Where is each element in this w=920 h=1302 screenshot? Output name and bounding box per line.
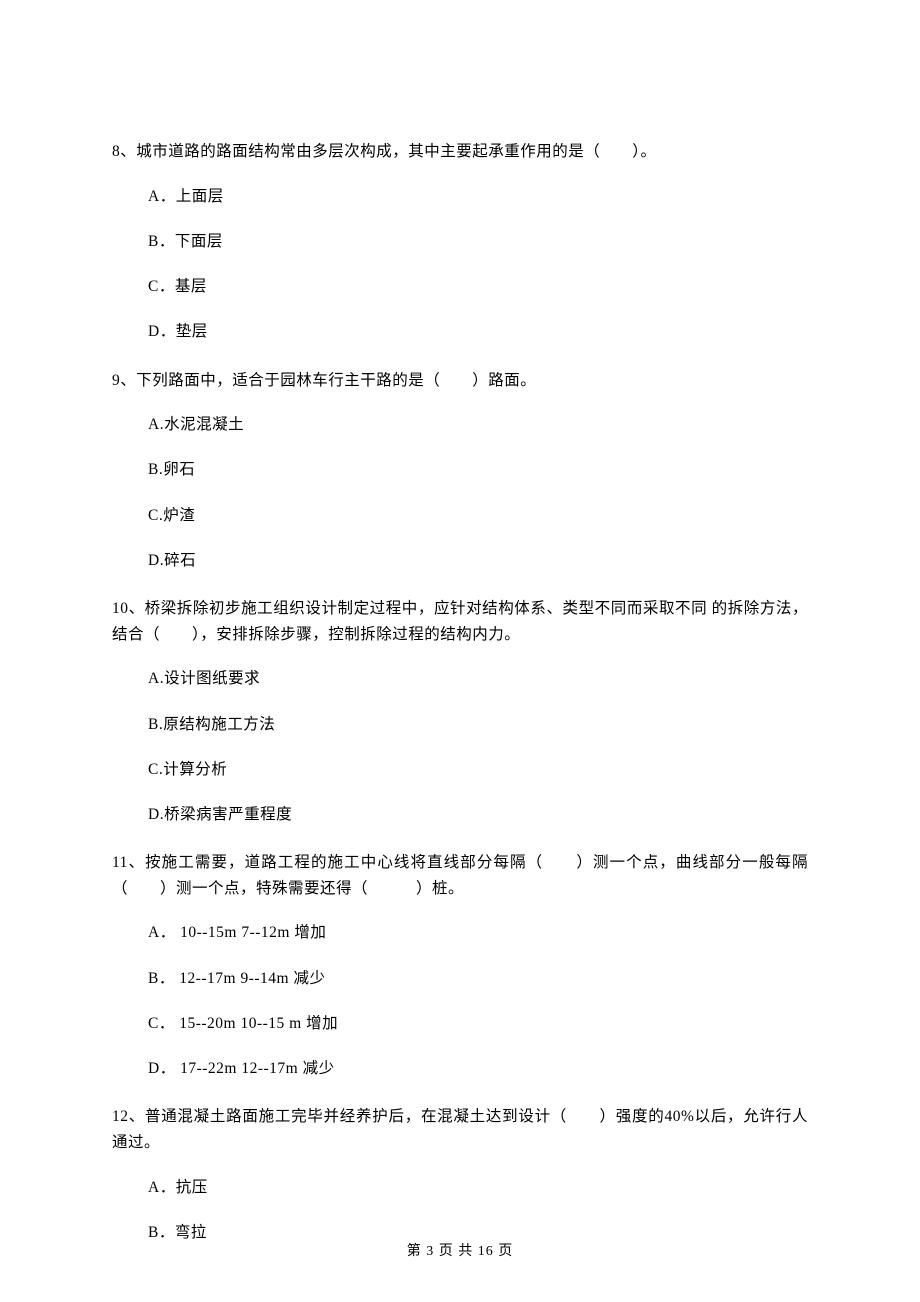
option-d: D.桥梁病害严重程度 bbox=[148, 803, 808, 826]
option-c: C.炉渣 bbox=[148, 504, 808, 527]
question-stem: 10、桥梁拆除初步施工组织设计制定过程中，应针对结构体系、类型不同而采取不同 的… bbox=[112, 596, 808, 647]
option-c: C． 15--20m 10--15 m 增加 bbox=[148, 1012, 808, 1035]
option-a: A． 10--15m 7--12m 增加 bbox=[148, 921, 808, 944]
option-c: C.计算分析 bbox=[148, 758, 808, 781]
question-stem: 12、普通混凝土路面施工完毕并经养护后，在混凝土达到设计（ ）强度的40%以后，… bbox=[112, 1104, 808, 1155]
question-8: 8、城市道路的路面结构常由多层次构成，其中主要起承重作用的是（ ）。 A．上面层… bbox=[112, 139, 808, 344]
option-b: B.卵石 bbox=[148, 458, 808, 481]
question-options: A．上面层 B．下面层 C．基层 D．垫层 bbox=[112, 185, 808, 344]
question-11: 11、按施工需要，道路工程的施工中心线将直线部分每隔（ ）测一个点，曲线部分一般… bbox=[112, 850, 808, 1080]
question-12: 12、普通混凝土路面施工完毕并经养护后，在混凝土达到设计（ ）强度的40%以后，… bbox=[112, 1104, 808, 1244]
question-options: A．抗压 B．弯拉 bbox=[112, 1176, 808, 1245]
option-b: B．下面层 bbox=[148, 230, 808, 253]
option-d: D．垫层 bbox=[148, 320, 808, 343]
question-stem: 9、下列路面中，适合于园林车行主干路的是（ ）路面。 bbox=[112, 368, 808, 394]
option-d: D.碎石 bbox=[148, 549, 808, 572]
question-options: A． 10--15m 7--12m 增加 B． 12--17m 9--14m 减… bbox=[112, 921, 808, 1080]
question-9: 9、下列路面中，适合于园林车行主干路的是（ ）路面。 A.水泥混凝土 B.卵石 … bbox=[112, 368, 808, 573]
option-b: B． 12--17m 9--14m 减少 bbox=[148, 967, 808, 990]
question-stem: 11、按施工需要，道路工程的施工中心线将直线部分每隔（ ）测一个点，曲线部分一般… bbox=[112, 850, 808, 901]
question-stem: 8、城市道路的路面结构常由多层次构成，其中主要起承重作用的是（ ）。 bbox=[112, 139, 808, 165]
option-b: B.原结构施工方法 bbox=[148, 713, 808, 736]
option-a: A．抗压 bbox=[148, 1176, 808, 1199]
page-footer: 第 3 页 共 16 页 bbox=[0, 1240, 920, 1260]
question-options: A.设计图纸要求 B.原结构施工方法 C.计算分析 D.桥梁病害严重程度 bbox=[112, 667, 808, 826]
option-a: A.设计图纸要求 bbox=[148, 667, 808, 690]
option-d: D． 17--22m 12--17m 减少 bbox=[148, 1057, 808, 1080]
option-a: A.水泥混凝土 bbox=[148, 413, 808, 436]
option-a: A．上面层 bbox=[148, 185, 808, 208]
question-10: 10、桥梁拆除初步施工组织设计制定过程中，应针对结构体系、类型不同而采取不同 的… bbox=[112, 596, 808, 826]
question-options: A.水泥混凝土 B.卵石 C.炉渣 D.碎石 bbox=[112, 413, 808, 572]
option-c: C．基层 bbox=[148, 275, 808, 298]
page-content: 8、城市道路的路面结构常由多层次构成，其中主要起承重作用的是（ ）。 A．上面层… bbox=[0, 0, 920, 1244]
